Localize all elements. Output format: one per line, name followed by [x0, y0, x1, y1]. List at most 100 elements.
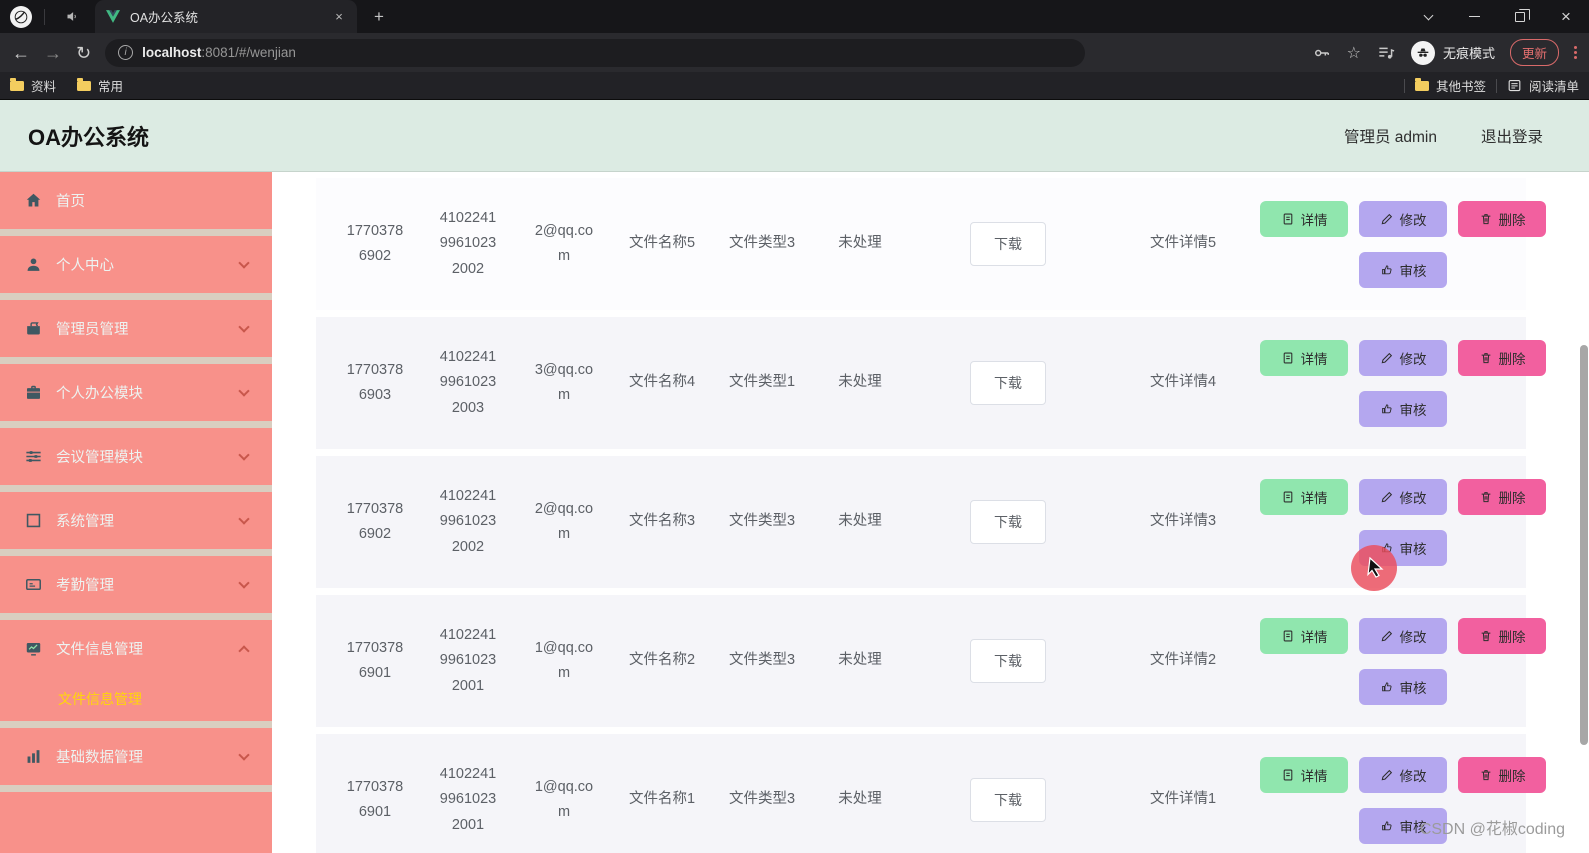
audit-button-label: 审核	[1399, 402, 1427, 418]
password-key-icon[interactable]	[1312, 43, 1332, 63]
folder-icon	[10, 77, 24, 91]
audit-button[interactable]: 审核	[1359, 390, 1447, 427]
table-row: 17703786901 410224199610232001 1@qq.com …	[316, 734, 1546, 853]
sidebar-filler	[0, 792, 272, 853]
browser-menu-icon[interactable]	[1574, 46, 1577, 59]
window-close-button[interactable]: ×	[1543, 0, 1589, 33]
other-bookmarks-label: 其他书签	[1435, 80, 1486, 94]
detail-button[interactable]: 详情	[1260, 200, 1348, 237]
pen-icon	[1381, 352, 1392, 363]
sidebar-item-home[interactable]: 首页	[0, 172, 272, 229]
reading-list-button[interactable]: 阅读清单	[1507, 76, 1579, 95]
audit-button[interactable]: 审核	[1359, 668, 1447, 705]
reload-icon[interactable]: ↻	[76, 44, 91, 62]
phone-cell: 17703786902	[346, 222, 404, 264]
download-button[interactable]: 下载	[970, 361, 1046, 405]
bookmark-star-icon[interactable]: ☆	[1347, 43, 1361, 63]
delete-button[interactable]: 删除	[1458, 756, 1546, 793]
sidebar-item-label: 考勤管理	[56, 578, 114, 594]
table-row: 17703786903 410224199610232003 3@qq.com …	[316, 317, 1546, 449]
edit-button[interactable]: 修改	[1359, 478, 1447, 515]
delete-button[interactable]: 删除	[1458, 478, 1546, 515]
back-icon[interactable]: ←	[12, 44, 30, 62]
tab-close-icon[interactable]: ×	[331, 9, 347, 25]
file-name-cell: 文件名称4	[628, 374, 696, 391]
detail-button-label: 详情	[1300, 629, 1328, 645]
bookmark-folder[interactable]: 资料	[10, 76, 56, 95]
download-button[interactable]: 下载	[970, 222, 1046, 266]
id-card-cell: 410224199610232003	[439, 348, 497, 416]
detail-button[interactable]: 详情	[1260, 756, 1348, 793]
edit-button[interactable]: 修改	[1359, 617, 1447, 654]
update-button[interactable]: 更新	[1509, 39, 1559, 66]
edit-button[interactable]: 修改	[1359, 756, 1447, 793]
forward-icon[interactable]: →	[44, 44, 62, 62]
edit-button[interactable]: 修改	[1359, 339, 1447, 376]
logout-link[interactable]: 退出登录	[1481, 125, 1543, 147]
page-scrollbar[interactable]	[1580, 345, 1588, 745]
file-detail-cell: 文件详情5	[1149, 235, 1217, 252]
status-cell: 未处理	[838, 374, 882, 391]
window-restore-button[interactable]	[1497, 0, 1543, 33]
detail-button[interactable]: 详情	[1260, 617, 1348, 654]
detail-button-label: 详情	[1300, 768, 1328, 784]
sidebar-item-admin-management[interactable]: 管理员管理	[0, 300, 272, 357]
delete-button[interactable]: 删除	[1458, 339, 1546, 376]
download-button[interactable]: 下载	[970, 778, 1046, 822]
vue-logo-icon	[106, 10, 120, 23]
site-info-icon[interactable]: i	[118, 45, 134, 60]
sidebar-subitem-file-info-management[interactable]: 文件信息管理	[0, 677, 272, 721]
bookmark-folder[interactable]: 常用	[77, 76, 123, 95]
edit-button[interactable]: 修改	[1359, 200, 1447, 237]
pen-icon	[1381, 213, 1392, 224]
sidebar-item-basic-data-management[interactable]: 基础数据管理	[0, 728, 272, 785]
chevron-down-icon	[238, 320, 250, 333]
folder-icon	[77, 77, 92, 91]
monitor-chart-icon	[24, 639, 43, 658]
detail-button[interactable]: 详情	[1260, 478, 1348, 515]
browser-tab[interactable]: OA办公系统 ×	[95, 0, 357, 33]
audit-button[interactable]: 审核	[1359, 251, 1447, 288]
trash-icon	[1481, 352, 1490, 363]
download-button[interactable]: 下载	[970, 639, 1046, 683]
sidebar-item-attendance-management[interactable]: 考勤管理	[0, 556, 272, 613]
sidebar-item-personal-center[interactable]: 个人中心	[0, 236, 272, 293]
document-icon	[1283, 491, 1292, 502]
status-cell: 未处理	[838, 235, 882, 252]
phone-cell: 17703786901	[346, 778, 404, 820]
sidebar-item-meeting-management[interactable]: 会议管理模块	[0, 428, 272, 485]
speaker-icon[interactable]	[55, 0, 89, 33]
audit-button-label: 审核	[1399, 680, 1427, 696]
delete-button[interactable]: 删除	[1458, 617, 1546, 654]
delete-button-label: 删除	[1498, 629, 1526, 645]
download-cell: 下载	[908, 361, 1108, 405]
detail-button-label: 详情	[1300, 212, 1328, 228]
download-button[interactable]: 下载	[970, 500, 1046, 544]
table-row: 17703786902 410224199610232002 2@qq.com …	[316, 178, 1546, 310]
pen-icon	[1381, 491, 1392, 502]
sidebar-item-file-info-management[interactable]: 文件信息管理	[0, 620, 272, 677]
email-cell: 1@qq.com	[534, 639, 594, 681]
detail-button[interactable]: 详情	[1260, 339, 1348, 376]
tab-title: OA办公系统	[130, 11, 199, 25]
address-bar[interactable]: i localhost:8081/#/wenjian	[105, 38, 1086, 67]
browser-globe-icon[interactable]	[10, 5, 32, 28]
divider	[1403, 78, 1405, 93]
reading-list-panel-icon[interactable]	[1376, 43, 1396, 63]
chevron-down-icon	[238, 448, 250, 461]
other-bookmarks-button[interactable]: 其他书签	[1414, 76, 1486, 95]
new-tab-button[interactable]: +	[365, 3, 393, 31]
delete-button[interactable]: 删除	[1458, 200, 1546, 237]
file-type-cell: 文件类型1	[728, 374, 796, 391]
file-detail-cell: 文件详情3	[1149, 513, 1217, 530]
sliders-icon	[24, 447, 43, 466]
email-cell: 1@qq.com	[534, 778, 594, 820]
edit-button-label: 修改	[1399, 768, 1427, 784]
window-minimize-button[interactable]	[1451, 0, 1497, 33]
sidebar-item-label: 文件信息管理	[56, 642, 143, 658]
sidebar-item-system-management[interactable]: 系统管理	[0, 492, 272, 549]
tab-search-icon[interactable]	[1405, 0, 1451, 33]
file-detail-cell: 文件详情1	[1149, 791, 1217, 808]
sidebar-item-personal-office[interactable]: 个人办公模块	[0, 364, 272, 421]
watermark: CSDN @花椒coding	[1419, 821, 1565, 838]
